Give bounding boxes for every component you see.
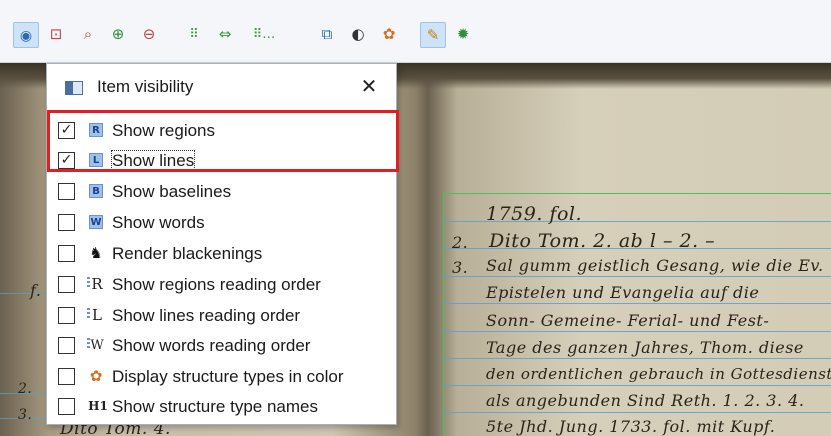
words-reading-order-icon: W bbox=[87, 337, 104, 353]
checkbox[interactable] bbox=[58, 214, 75, 231]
option-show-regions[interactable]: ✓ R Show regions bbox=[57, 118, 387, 146]
zoom-in-icon[interactable]: ⌕ bbox=[76, 22, 100, 46]
handwritten-line: Tage des ganzen Jahres, Thom. diese bbox=[486, 338, 804, 357]
divider bbox=[47, 110, 396, 111]
option-label: Show words reading order bbox=[112, 336, 311, 355]
popup-header: Item visibility ✕ bbox=[47, 64, 396, 110]
checkbox[interactable]: ✓ bbox=[58, 152, 75, 169]
checkbox[interactable] bbox=[58, 245, 75, 262]
option-label: Show baselines bbox=[112, 182, 232, 201]
zoom-rect-icon[interactable]: ⊡ bbox=[44, 22, 68, 46]
handwritten-line: Sal gumm geistlich Gesang, wie die Ev. bbox=[486, 256, 824, 275]
left-page-mark: f. bbox=[30, 281, 42, 300]
palette-icon: ✿ bbox=[89, 367, 103, 385]
contrast-icon[interactable]: ◐ bbox=[346, 22, 370, 46]
line-guide bbox=[443, 276, 831, 277]
option-show-lines-reading-order[interactable]: L Show lines reading order bbox=[57, 303, 387, 331]
window-icon bbox=[65, 81, 83, 95]
handwritten-line: 1759. fol. bbox=[486, 203, 583, 225]
baselines-icon: B bbox=[89, 184, 103, 198]
option-show-structure-type-names[interactable]: H1 Show structure type names bbox=[57, 394, 387, 422]
bug-icon[interactable]: ✹ bbox=[451, 22, 475, 46]
option-label: Show lines reading order bbox=[112, 306, 301, 325]
left-page-mark: 2. bbox=[18, 381, 33, 397]
left-page-mark: 3. bbox=[18, 407, 33, 423]
line-guide bbox=[443, 412, 831, 413]
option-label: Show regions reading order bbox=[112, 275, 321, 294]
option-show-words[interactable]: W Show words bbox=[57, 210, 387, 238]
checkbox[interactable]: ✓ bbox=[58, 122, 75, 139]
checkbox[interactable] bbox=[58, 337, 75, 354]
regions-icon: R bbox=[89, 123, 103, 137]
option-label: Show regions bbox=[112, 121, 216, 140]
lines-reading-order-icon: L bbox=[87, 306, 105, 324]
checkbox[interactable] bbox=[58, 307, 75, 324]
popup-title: Item visibility bbox=[97, 77, 194, 96]
fit-page-icon[interactable]: ⠿ bbox=[182, 22, 206, 46]
option-show-baselines[interactable]: B Show baselines bbox=[57, 179, 387, 207]
zoom-plus-icon[interactable]: ⊕ bbox=[106, 22, 130, 46]
handwritten-line: den ordentlichen gebrauch in Gottesdiens… bbox=[486, 365, 831, 383]
item-visibility-popup: Item visibility ✕ ✓ R Show regions ✓ L S… bbox=[46, 63, 397, 425]
line-number: 2. bbox=[452, 233, 469, 252]
edit-pencil-icon[interactable]: ✎ bbox=[420, 22, 446, 48]
option-label: Show words bbox=[112, 213, 205, 232]
regions-reading-order-icon: R bbox=[87, 275, 105, 293]
handwritten-line: Dito Tom. 2. ab l – 2. – bbox=[489, 230, 716, 252]
handwritten-line: als angebunden Sind Reth. 1. 2. 3. 4. bbox=[486, 391, 805, 410]
option-label: Display structure types in color bbox=[112, 367, 344, 386]
h1-icon: H1 bbox=[88, 399, 108, 413]
handwritten-line: Epistelen und Evangelia auf die bbox=[486, 283, 760, 302]
eye-icon[interactable]: ◉ bbox=[13, 22, 39, 48]
option-label: Show structure type names bbox=[112, 397, 318, 416]
line-guide bbox=[443, 385, 831, 386]
checkbox[interactable] bbox=[58, 183, 75, 200]
option-label: Show lines bbox=[110, 150, 196, 172]
line-number: 3. bbox=[452, 258, 469, 277]
line-guide bbox=[443, 358, 831, 359]
checkbox[interactable] bbox=[58, 398, 75, 415]
fit-more-icon[interactable]: ⠿… bbox=[244, 22, 284, 46]
option-show-lines[interactable]: ✓ L Show lines bbox=[57, 148, 387, 176]
handwritten-line: Sonn- Gemeine- Ferial- und Fest- bbox=[486, 311, 770, 330]
blackening-icon: ♞ bbox=[89, 244, 103, 262]
lines-icon: L bbox=[89, 153, 103, 167]
handwritten-line: 5te Jhd. Jung. 1733. fol. mit Kupf. bbox=[486, 417, 776, 436]
fit-width-icon[interactable]: ⇔ bbox=[213, 22, 237, 46]
palette-icon[interactable]: ✿ bbox=[377, 22, 401, 46]
option-label: Render blackenings bbox=[112, 244, 263, 263]
checkbox[interactable] bbox=[58, 276, 75, 293]
line-guide bbox=[443, 331, 831, 332]
zoom-out-icon[interactable]: ⊖ bbox=[137, 22, 161, 46]
option-display-structure-types-in-color[interactable]: ✿ Display structure types in color bbox=[57, 364, 387, 392]
option-show-regions-reading-order[interactable]: R Show regions reading order bbox=[57, 272, 387, 300]
line-guide bbox=[443, 303, 831, 304]
copy-icon[interactable]: ⧉ bbox=[315, 22, 339, 46]
checkbox[interactable] bbox=[58, 368, 75, 385]
toolbar: ◉ ⊡ ⌕ ⊕ ⊖ ⠿ ⇔ ⠿… ⧉ ◐ ✿ ✎ ✹ bbox=[0, 0, 831, 63]
close-button[interactable]: ✕ bbox=[358, 75, 380, 97]
option-show-words-reading-order[interactable]: W Show words reading order bbox=[57, 333, 387, 361]
words-icon: W bbox=[89, 215, 103, 229]
option-render-blackenings[interactable]: ♞ Render blackenings bbox=[57, 241, 387, 269]
